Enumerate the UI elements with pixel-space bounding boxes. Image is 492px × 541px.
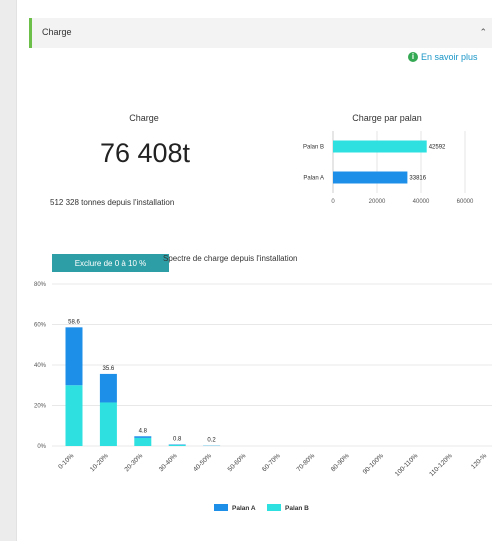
legend-label: Palan B [285, 505, 309, 512]
x-tick-label: 50-60% [227, 452, 248, 473]
hoist-value-label: 42592 [429, 145, 446, 151]
x-tick-label: 0-10% [57, 452, 75, 470]
x-tick-label: 10-20% [89, 452, 110, 473]
load-spectrum-chart: 0% 20% 40% 60% 80% 58.6 0-10% 35.6 10-20% 4.8 20-3… [34, 282, 492, 512]
x-tick-label: 110-120% [428, 452, 454, 478]
hoist-bar [333, 171, 408, 184]
bar-total-label: 35.6 [103, 366, 115, 372]
bar-segment [65, 327, 83, 386]
x-tick-label: 100-110% [394, 452, 420, 478]
x-tick-label: 40-50% [192, 452, 213, 473]
hoist-load-chart: Charge par palan 0 20000 40000 60000 Palan B 4… [303, 113, 474, 205]
kpi-subtitle: 512 328 tonnes depuis l'installation [50, 198, 175, 207]
legend-swatch [267, 504, 281, 511]
y-tick-label: 80% [34, 282, 47, 288]
hoist-bar [333, 140, 427, 153]
learn-more-link[interactable]: i En savoir plus [408, 52, 478, 62]
x-tick-label: 0 [331, 199, 335, 205]
chevron-up-icon[interactable]: ⌃ [479, 27, 487, 38]
x-tick-label: 70-80% [295, 452, 316, 473]
bar-total-label: 0.2 [207, 438, 216, 444]
bar-segment [134, 436, 152, 438]
x-tick-label: 60-70% [261, 452, 282, 473]
panel-header[interactable]: Charge ⌃ [29, 18, 492, 48]
legend-label: Palan A [232, 505, 256, 512]
kpi-title: Charge [129, 113, 159, 123]
y-tick-label: 0% [37, 444, 46, 450]
x-tick-label: 90-100% [362, 452, 386, 476]
learn-more-label: En savoir plus [421, 52, 478, 62]
hoist-category-label: Palan B [303, 145, 324, 151]
y-tick-label: 40% [34, 363, 47, 369]
x-tick-label: 40000 [413, 199, 430, 205]
info-icon: i [408, 52, 418, 62]
bar-total-label: 58.6 [68, 319, 80, 325]
exclude-filter-button[interactable]: Exclure de 0 à 10 % [52, 254, 169, 272]
hoist-category-label: Palan A [303, 176, 324, 182]
x-tick-label: 80-90% [330, 452, 351, 473]
x-tick-label: 20-30% [123, 452, 144, 473]
bar-segment [65, 385, 83, 446]
bar-segment [99, 373, 117, 403]
spectrum-title: Spectre de charge depuis l'installation [163, 254, 298, 263]
x-tick-label: 20000 [369, 199, 386, 205]
panel-title: Charge [42, 27, 72, 37]
hoist-chart-title: Charge par palan [352, 113, 422, 123]
kpi-value: 76 408t [99, 138, 191, 168]
bar-segment [99, 402, 117, 446]
x-tick-label: 60000 [457, 199, 474, 205]
bar-segment [168, 444, 186, 446]
x-tick-label: 30-40% [158, 452, 179, 473]
bar-total-label: 0.8 [173, 436, 182, 442]
legend-swatch [214, 504, 228, 511]
bar-total-label: 4.8 [139, 428, 148, 434]
y-tick-label: 60% [34, 323, 47, 329]
bar-segment [134, 437, 152, 446]
y-tick-label: 20% [34, 404, 47, 410]
x-tick-label: 120-% [470, 452, 488, 470]
hoist-value-label: 33816 [409, 176, 426, 182]
